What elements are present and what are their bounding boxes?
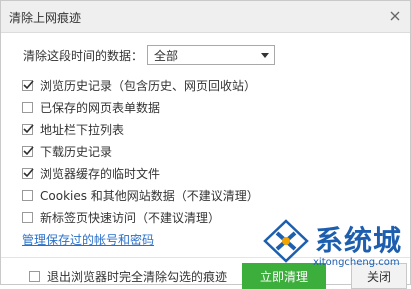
- option-label: 下载历史记录: [40, 144, 113, 159]
- option-label: Cookies 和其他网站数据（不建议清理）: [40, 188, 259, 203]
- time-range-label: 清除这段时间的数据：: [23, 48, 144, 63]
- option-form-data[interactable]: 已保存的网页表单数据: [22, 98, 160, 116]
- option-label: 浏览器缓存的临时文件: [40, 166, 161, 181]
- dialog-title: 清除上网痕迹: [9, 11, 82, 25]
- option-cache-files[interactable]: 浏览器缓存的临时文件: [22, 164, 160, 182]
- close-icon[interactable]: [386, 7, 404, 25]
- option-label: 新标签页快速访问（不建议清理）: [40, 210, 221, 225]
- time-range-value: 全部: [154, 48, 179, 63]
- option-label: 退出浏览器时完全清除勾选的痕迹: [47, 270, 228, 284]
- time-range-select[interactable]: 全部: [147, 45, 276, 65]
- watermark-logo-icon: [263, 219, 309, 267]
- watermark-url: xitongcheng.com: [313, 257, 400, 268]
- checkbox[interactable]: [22, 189, 33, 201]
- checkbox[interactable]: [29, 271, 40, 282]
- watermark: 系统城 xitongcheng.com: [263, 213, 411, 273]
- option-label: 地址栏下拉列表: [40, 122, 125, 137]
- option-browse-history[interactable]: 浏览历史记录（包含历史、网页回收站）: [22, 76, 256, 94]
- option-new-tab[interactable]: 新标签页快速访问（不建议清理）: [22, 208, 220, 226]
- option-download-history[interactable]: 下载历史记录: [22, 142, 112, 160]
- option-address-bar[interactable]: 地址栏下拉列表: [22, 120, 124, 138]
- chevron-down-icon: [256, 46, 274, 64]
- checkbox[interactable]: [22, 145, 34, 157]
- checkbox[interactable]: [22, 79, 34, 91]
- clear-history-dialog: 清除上网痕迹 清除这段时间的数据： 全部 浏览历史记录（包含历史、网页回收站） …: [0, 0, 411, 289]
- clear-on-exit-option[interactable]: 退出浏览器时完全清除勾选的痕迹: [29, 268, 227, 285]
- checkbox[interactable]: [22, 211, 33, 223]
- watermark-name: 系统城: [315, 224, 403, 257]
- manage-passwords-link[interactable]: 管理保存过的帐号和密码: [22, 231, 154, 248]
- dialog-titlebar: 清除上网痕迹: [1, 1, 410, 33]
- checkbox[interactable]: [22, 167, 34, 179]
- option-label: 浏览历史记录（包含历史、网页回收站）: [40, 78, 257, 93]
- option-cookies[interactable]: Cookies 和其他网站数据（不建议清理）: [22, 186, 259, 204]
- checkbox[interactable]: [22, 101, 33, 113]
- time-range-row: 清除这段时间的数据： 全部: [23, 43, 276, 67]
- checkbox[interactable]: [22, 123, 34, 135]
- option-label: 已保存的网页表单数据: [40, 100, 161, 115]
